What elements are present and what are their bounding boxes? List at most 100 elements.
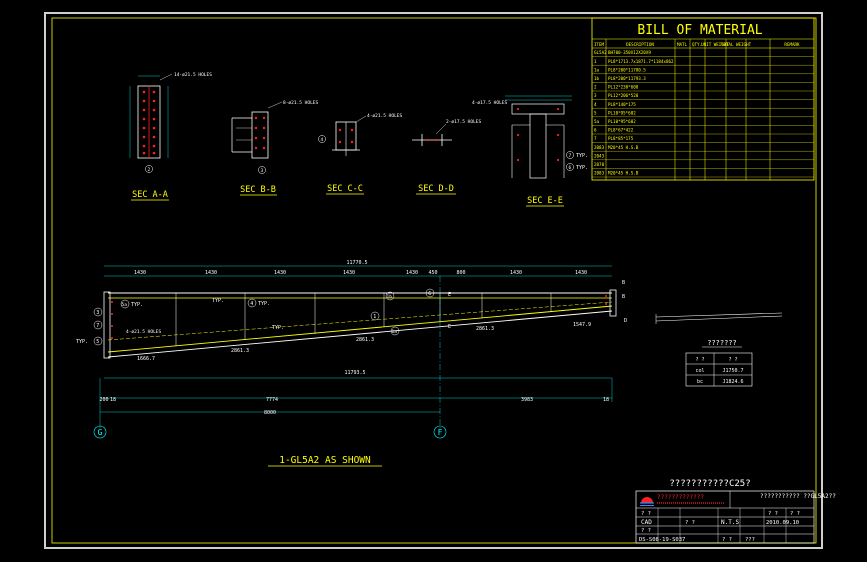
dim-200: 200: [99, 397, 108, 403]
title-block: ???????????C25? ????????????? ??????????…: [635, 479, 836, 544]
bom-item-cell: 5a: [594, 119, 600, 124]
svg-text:B: B: [622, 294, 625, 300]
segment-dimension: 1430: [205, 270, 217, 276]
bom-item-cell: 1: [594, 59, 597, 64]
side-table-cell: bc: [697, 379, 703, 385]
svg-text:4: 4: [321, 137, 324, 143]
bom-item-cell: 3: [594, 93, 597, 98]
grid-f: F: [438, 428, 443, 437]
side-table-header-1: ? ?: [695, 357, 704, 363]
bom-item-cell: 1b: [594, 76, 600, 81]
dim-7774: 7774: [266, 397, 278, 403]
segment-dimension: 1430: [510, 270, 522, 276]
dim-3983: 3983: [521, 397, 533, 403]
svg-text:D: D: [624, 318, 627, 324]
title-cell-q2b: ? ?: [768, 511, 778, 517]
typ-label-4: TYP.: [272, 325, 284, 331]
grid-g: G: [98, 428, 103, 437]
section-c-c: 4 4-ø21.5 HOLES SEC C-C: [318, 113, 403, 195]
svg-text:1: 1: [373, 314, 376, 320]
svg-text:E: E: [448, 292, 451, 298]
typ-label-3: TYP.: [212, 298, 224, 304]
svg-text:TYP.: TYP.: [576, 153, 588, 159]
length-dimension: 1666.7: [137, 356, 155, 362]
side-table-cell: col: [695, 368, 704, 374]
svg-text:5a: 5a: [122, 302, 128, 308]
segment-dimension: 1430: [406, 270, 418, 276]
svg-text:4-ø17.5 HOLES: 4-ø17.5 HOLES: [472, 100, 508, 106]
bill-of-material-table: BILL OF MATERIAL ITEM DESCRIPTION MATL QTY.…: [591, 17, 815, 181]
length-dimension: 1547.9: [573, 322, 591, 328]
segment-dimension: 1430: [134, 270, 146, 276]
dim-18-left: 18: [110, 397, 116, 403]
svg-text:3: 3: [261, 168, 264, 174]
title-cell-q1: ? ?: [641, 511, 651, 517]
bom-header-cell: MATL: [677, 42, 688, 47]
bom-item-cell: 2070: [594, 162, 605, 167]
beam-elevation: 11770.5 1430 1430 1430 1430 1430 450 800 1430 14…: [76, 260, 627, 467]
side-table-header-2: ? ?: [728, 357, 737, 363]
section-a-a: 14-ø21.5 HOLES 2 SEC A-A: [129, 72, 212, 201]
length-dimension: 2861.3: [356, 337, 374, 343]
svg-text:7: 7: [96, 323, 99, 329]
bom-description-cell: PL8*67*422: [608, 128, 634, 133]
bom-item-cell: 2083: [594, 145, 605, 150]
svg-text:B: B: [622, 280, 625, 286]
segment-dimension: 1430: [575, 270, 587, 276]
bom-item-cell: 2043: [594, 153, 605, 158]
svg-text:1b: 1b: [387, 294, 393, 300]
svg-text:2: 2: [148, 167, 151, 173]
section-c-c-label: SEC C-C: [327, 184, 363, 194]
title-cell-q2: ? ?: [641, 528, 651, 534]
segment-dimension: 1430: [274, 270, 286, 276]
typ-label-5: TYP.: [76, 339, 88, 345]
bom-item-cell: 7: [594, 136, 597, 141]
svg-text:4: 4: [250, 301, 253, 307]
svg-text:6: 6: [569, 165, 572, 171]
segment-dimension: 800: [456, 270, 465, 276]
bom-item-cell: 6: [594, 128, 597, 133]
bom-description-cell: M20*45 H.S.B: [608, 171, 639, 176]
dim-8000: 8000: [264, 410, 276, 416]
bom-title: BILL OF MATERIAL: [637, 23, 762, 38]
section-b-b: 8-ø21.5 HOLES 3 SEC B-B: [231, 100, 319, 196]
drawing-number: DS-S08-19-S037: [639, 537, 685, 543]
title-cell-cad: CAD: [641, 519, 652, 526]
svg-text:TYP.: TYP.: [576, 165, 588, 171]
side-table-cell: J1750.7: [722, 368, 743, 374]
side-table-cell: J1824.6: [722, 379, 743, 385]
drawing-name: ??????????? ??GL5A2??: [760, 493, 836, 500]
project-title: ???????????C25?: [669, 479, 750, 489]
company-logo: [640, 497, 654, 506]
segment-dimension: 1430: [343, 270, 355, 276]
title-scale: N.T.S: [721, 519, 739, 526]
svg-text:6: 6: [428, 291, 431, 297]
company-name: ?????????????: [657, 494, 704, 501]
bom-description-cell: PL10*95*602: [608, 110, 636, 115]
segment-dimension: 450: [428, 270, 437, 276]
bom-description-cell: PL12*230*600: [608, 85, 639, 90]
bom-header-cell: TOTAL WEIGHT: [721, 42, 752, 47]
typ-label-2: TYP.: [258, 301, 270, 307]
bom-description-cell: PL8*200*11793.3: [608, 76, 646, 81]
bom-description-cell: PL10*95*602: [608, 119, 636, 124]
title-cell-q1c: ? ?: [790, 511, 800, 517]
title-cell-q1b: ? ?: [685, 520, 695, 526]
svg-text:4-ø21.5 HOLES: 4-ø21.5 HOLES: [126, 329, 162, 335]
bom-item-cell: 4: [594, 102, 597, 107]
bom-description-cell: M20*45 H.S.B: [608, 145, 639, 150]
section-d-d-label: SEC D-D: [418, 184, 454, 194]
svg-text:1a: 1a: [392, 329, 398, 335]
bom-item-cell: 1a: [594, 67, 600, 72]
svg-text:7: 7: [569, 153, 572, 159]
title-cell-q2c: ? ?: [722, 537, 732, 543]
title-cell-q3: ???: [745, 537, 755, 543]
cad-drawing-sheet: BILL OF MATERIAL ITEM DESCRIPTION MATL QTY.…: [44, 12, 836, 549]
bom-item-cell: 2: [594, 85, 597, 90]
overall-dim: 11770.5: [346, 260, 367, 266]
length-dimension: 2861.3: [476, 326, 494, 332]
svg-text:3: 3: [96, 310, 99, 316]
bom-description-cell: PL8*140*175: [608, 102, 636, 107]
section-e-e-label: SEC E-E: [527, 196, 563, 206]
section-b-b-label: SEC B-B: [240, 185, 276, 195]
